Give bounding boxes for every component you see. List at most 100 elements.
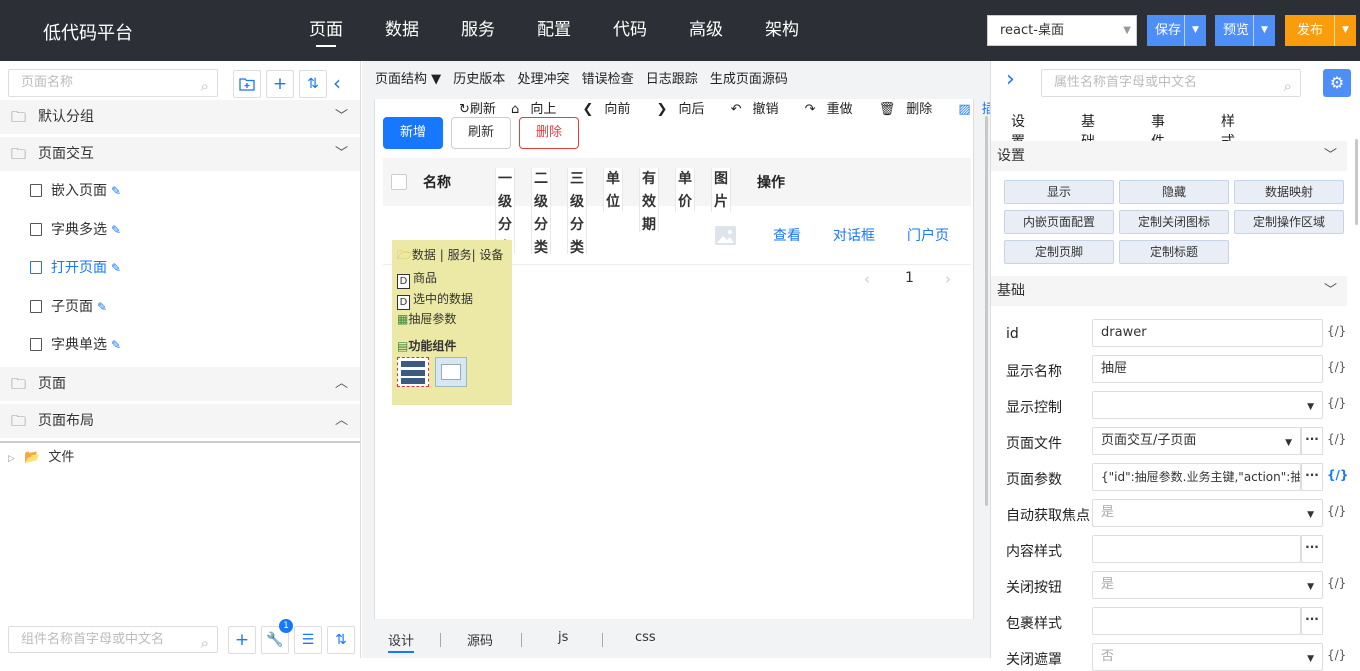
popup-item-goods[interactable]: D 商品	[397, 269, 437, 289]
publish-dropdown-icon[interactable]: ▼	[1334, 15, 1356, 46]
section-basic[interactable]: 基础 ﹀	[991, 276, 1347, 306]
conflict-menu[interactable]: 处理冲突	[517, 72, 569, 87]
custom-title-button[interactable]: 定制标题	[1119, 240, 1229, 264]
next-page-icon[interactable]: ›	[945, 270, 951, 288]
plus-icon[interactable]: +	[266, 70, 294, 98]
caret-right-icon[interactable]: ▷	[8, 454, 15, 464]
delete-action[interactable]: 🗑 删除	[879, 102, 944, 117]
sort-icon[interactable]: ⇅	[327, 626, 355, 654]
prev-page-icon[interactable]: ‹	[864, 270, 870, 288]
more-icon[interactable]: ···	[1301, 427, 1323, 455]
display-control-select[interactable]: ▼	[1092, 391, 1323, 419]
preview-button[interactable]: 预览 ▼	[1215, 15, 1275, 46]
group-page[interactable]: 🗀 页面 ︿	[0, 367, 360, 401]
nav-architecture[interactable]: 架构	[744, 0, 820, 61]
canvas-scrollbar[interactable]	[985, 116, 988, 506]
group-page-interaction[interactable]: 🗀 页面交互 ﹀	[0, 137, 360, 171]
generate-source-menu[interactable]: 生成页面源码	[710, 72, 788, 87]
edit-icon[interactable]: ✎	[111, 338, 121, 352]
select-all-checkbox[interactable]	[391, 174, 407, 190]
nav-code[interactable]: 代码	[592, 0, 668, 61]
move-backward-action[interactable]: ❯ 向后	[657, 102, 716, 117]
bind-icon[interactable]: {/}	[1327, 432, 1346, 446]
bind-icon[interactable]: {/}	[1327, 576, 1346, 590]
page-params-input[interactable]: {"id":抽屉参数.业务主键,"action":抽	[1092, 463, 1301, 491]
nav-page[interactable]: 页面	[288, 0, 364, 61]
page-item-open-page[interactable]: 打开页面 ✎	[30, 253, 121, 283]
close-button-select[interactable]: 是 ▼	[1092, 571, 1323, 599]
nav-advanced[interactable]: 高级	[668, 0, 744, 61]
page-item-dict-single[interactable]: 字典单选 ✎	[30, 330, 121, 360]
page-item-embed[interactable]: 嵌入页面 ✎	[30, 176, 121, 206]
sort-icon[interactable]: ⇅	[299, 70, 327, 98]
move-up-action[interactable]: ⌂ 向上	[511, 102, 567, 117]
preview-dropdown-icon[interactable]: ▼	[1253, 15, 1275, 46]
bind-icon[interactable]: {/}	[1327, 504, 1346, 518]
publish-button[interactable]: 发布 ▼	[1285, 15, 1356, 46]
add-button[interactable]: 新增	[383, 117, 443, 149]
refresh-action[interactable]: ↻刷新	[459, 102, 496, 117]
page-file-select[interactable]: 页面交互/子页面 ▼	[1092, 427, 1301, 455]
tab-js[interactable]: js	[558, 630, 568, 645]
tab-design[interactable]: 设计	[388, 630, 415, 653]
page-search-input[interactable]: 页面名称 ⌕	[8, 69, 218, 97]
bind-icon-active[interactable]: {/}	[1327, 468, 1348, 482]
wrapper-style-input[interactable]	[1092, 607, 1301, 635]
page-number[interactable]: 1	[905, 270, 914, 286]
popup-item-drawer-params[interactable]: ▦抽屉参数	[397, 310, 456, 327]
bind-icon[interactable]: {/}	[1327, 396, 1346, 410]
hide-button[interactable]: 隐藏	[1119, 180, 1229, 204]
custom-action-area-button[interactable]: 定制操作区域	[1234, 210, 1344, 234]
data-mapping-button[interactable]: 数据映射	[1234, 180, 1344, 204]
more-icon[interactable]: ···	[1301, 463, 1323, 491]
refresh-button[interactable]: 刷新	[451, 117, 511, 149]
more-icon[interactable]: ···	[1301, 607, 1323, 635]
bind-icon[interactable]: {/}	[1327, 360, 1346, 374]
display-name-input[interactable]: 抽屉	[1092, 355, 1323, 383]
plus-icon[interactable]: +	[228, 626, 256, 654]
design-canvas[interactable]: ↻刷新 ⌂向上 ❮向前 ❯向后 ↶撤销 ↷重做 🗑删除 ▨插图 ▷预览 新增 刷…	[374, 99, 1081, 619]
save-dropdown-icon[interactable]: ▼	[1184, 15, 1206, 46]
error-check-menu[interactable]: 错误检查	[582, 72, 634, 87]
custom-close-icon-button[interactable]: 定制关闭图标	[1119, 210, 1229, 234]
view-link[interactable]: 查看	[773, 225, 801, 245]
tab-css[interactable]: css	[635, 630, 656, 645]
property-search-input[interactable]: 属性名称首字母或中文名 ⌕	[1041, 69, 1301, 97]
edit-icon[interactable]: ✎	[111, 184, 121, 198]
log-trace-menu[interactable]: 日志跟踪	[646, 72, 698, 87]
gear-icon[interactable]: ⚙	[1323, 69, 1351, 97]
more-icon[interactable]: ···	[1301, 535, 1323, 563]
group-page-layout[interactable]: 🗀 页面布局 ︿	[0, 404, 360, 438]
close-mask-select[interactable]: 否 ▼	[1092, 643, 1323, 671]
tab-source[interactable]: 源码	[467, 630, 493, 649]
add-folder-icon[interactable]	[233, 70, 261, 98]
bind-icon[interactable]: {/}	[1327, 324, 1346, 338]
save-button[interactable]: 保存 ▼	[1147, 15, 1206, 46]
dialog-component-icon[interactable]	[435, 357, 467, 387]
properties-scrollbar[interactable]	[1355, 139, 1358, 225]
nav-config[interactable]: 配置	[516, 0, 592, 61]
portal-link[interactable]: 门户页	[907, 225, 949, 245]
custom-footer-button[interactable]: 定制页脚	[1004, 240, 1114, 264]
nav-data[interactable]: 数据	[364, 0, 440, 61]
environment-select[interactable]: react-桌面 ▼	[987, 15, 1137, 46]
embed-page-config-button[interactable]: 内嵌页面配置	[1004, 210, 1114, 234]
expand-right-icon[interactable]: ›	[1006, 67, 1015, 92]
undo-action[interactable]: ↶ 撤销	[731, 102, 790, 117]
delete-button[interactable]: 删除	[519, 117, 579, 149]
popup-item-selected[interactable]: D 选中的数据	[397, 290, 473, 310]
drawer-component-icon[interactable]	[397, 357, 429, 387]
collapse-left-icon[interactable]: ‹	[333, 70, 351, 98]
id-input[interactable]: drawer	[1092, 319, 1323, 347]
section-settings[interactable]: 设置 ﹀	[991, 141, 1347, 171]
history-menu[interactable]: 历史版本	[453, 72, 505, 87]
popup-header[interactable]: 🗁数据 | 服务| 设备	[397, 246, 503, 267]
move-forward-action[interactable]: ❮ 向前	[582, 102, 641, 117]
group-default[interactable]: 🗀 默认分组 ﹀	[0, 100, 360, 134]
dialog-link[interactable]: 对话框	[833, 225, 875, 245]
list-icon[interactable]: ☰	[294, 626, 322, 654]
component-search-input[interactable]: 组件名称首字母或中文名 ⌕	[8, 626, 218, 653]
edit-icon[interactable]: ✎	[111, 261, 121, 275]
bind-icon[interactable]: {/}	[1327, 648, 1346, 662]
tree-folder-files[interactable]: ▷ 📂 文件	[8, 448, 74, 468]
